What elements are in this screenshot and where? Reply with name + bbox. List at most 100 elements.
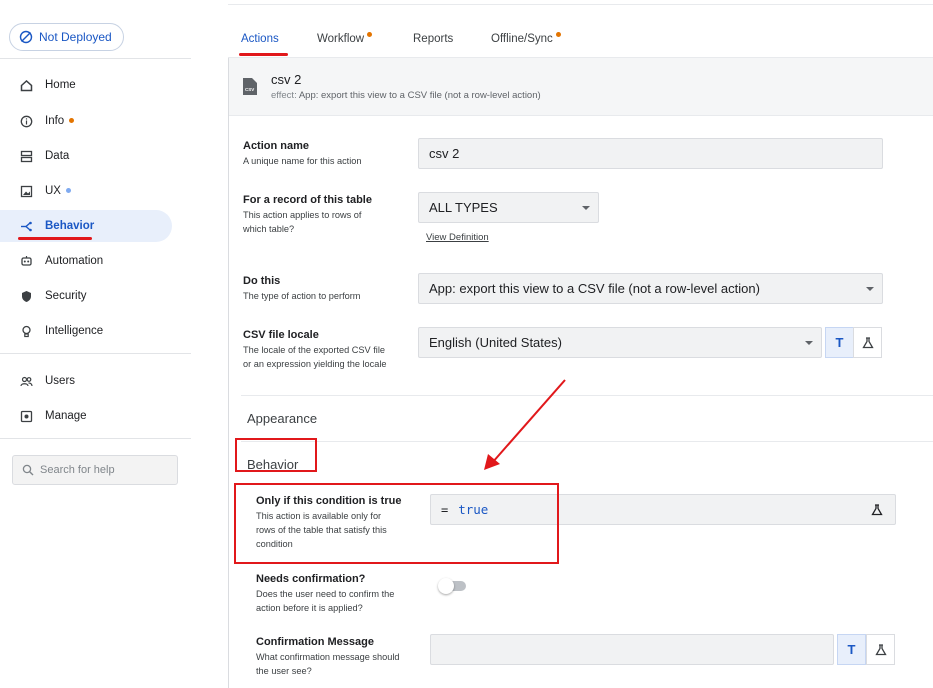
text-mode-icon: T — [847, 642, 856, 657]
behavior-icon — [19, 219, 33, 233]
csv-locale-select[interactable]: English (United States) — [418, 327, 822, 358]
divider — [0, 438, 191, 439]
annotation-arrow — [484, 379, 566, 470]
record-table-desc: This action applies to rows of — [243, 210, 362, 220]
sidebar-item-security[interactable]: Security — [0, 280, 172, 312]
confirmation-label: Needs confirmation? — [256, 573, 366, 585]
lightbulb-icon — [19, 324, 33, 338]
sidebar-item-home[interactable]: Home — [0, 69, 172, 101]
sidebar-item-label: Automation — [45, 255, 104, 267]
text-mode-button[interactable]: T — [837, 634, 866, 665]
tab-offline-sync[interactable]: Offline/Sync — [491, 32, 561, 45]
record-table-select[interactable]: ALL TYPES — [418, 192, 599, 223]
effect-label: effect: — [271, 90, 297, 101]
notification-dot — [69, 117, 75, 123]
divider — [0, 353, 191, 354]
tab-label: Offline/Sync — [491, 33, 553, 45]
do-this-label: Do this — [243, 275, 281, 287]
users-icon — [19, 374, 33, 388]
search-input[interactable]: Search for help — [12, 455, 178, 485]
sidebar-item-users[interactable]: Users — [0, 365, 172, 397]
text-mode-icon: T — [835, 335, 844, 350]
sidebar-item-label: Home — [45, 79, 76, 91]
csv-locale-value: English (United States) — [429, 335, 562, 350]
confirmation-toggle[interactable] — [438, 578, 468, 594]
view-definition-link[interactable]: View Definition — [426, 232, 489, 243]
sidebar-item-intelligence[interactable]: Intelligence — [0, 315, 172, 347]
top-border — [228, 4, 933, 5]
sidebar-item-label: Intelligence — [45, 325, 104, 337]
chevron-down-icon — [582, 205, 590, 210]
sidebar-item-label: Manage — [45, 410, 87, 422]
home-icon — [19, 78, 33, 92]
do-this-value: App: export this view to a CSV file (not… — [429, 281, 760, 296]
manage-icon — [19, 409, 33, 423]
panel-divider — [228, 57, 229, 688]
tab-reports[interactable]: Reports — [413, 33, 453, 45]
toggle-knob — [438, 578, 454, 594]
do-this-select[interactable]: App: export this view to a CSV file (not… — [418, 273, 883, 304]
sidebar-item-label: Behavior — [45, 220, 95, 232]
confirm-message-desc: the user see? — [256, 666, 312, 676]
annotation-underline — [239, 53, 288, 56]
record-table-value: ALL TYPES — [429, 200, 498, 215]
text-mode-button[interactable]: T — [825, 327, 854, 358]
sidebar: Not Deployed Home Info Data UX Behavior … — [0, 0, 192, 688]
expression-button[interactable] — [853, 327, 882, 358]
annotation-underline — [18, 237, 92, 240]
notification-dot — [367, 32, 373, 37]
ux-icon — [19, 184, 33, 198]
info-icon — [19, 114, 33, 128]
action-effect: effect: App: export this view to a CSV f… — [271, 90, 541, 101]
action-header[interactable]: CSV csv 2 effect: App: export this view … — [229, 58, 933, 116]
sidebar-item-label: Info — [45, 115, 65, 127]
record-table-desc: which table? — [243, 224, 295, 234]
sidebar-item-label: Users — [45, 375, 76, 387]
section-divider — [241, 395, 933, 396]
annotation-box — [235, 438, 317, 472]
not-deployed-icon — [19, 30, 33, 44]
chevron-down-icon — [866, 286, 874, 291]
sidebar-item-automation[interactable]: Automation — [0, 245, 172, 277]
csv-locale-label: CSV file locale — [243, 329, 319, 341]
sidebar-item-info[interactable]: Info — [0, 105, 172, 137]
action-name-input[interactable]: csv 2 — [418, 138, 883, 169]
search-placeholder: Search for help — [40, 464, 115, 476]
flask-icon — [874, 643, 887, 655]
sidebar-item-data[interactable]: Data — [0, 140, 172, 172]
confirm-message-label: Confirmation Message — [256, 636, 374, 648]
notification-dot — [65, 187, 71, 193]
appearance-section-header[interactable]: Appearance — [247, 411, 317, 426]
notification-dot — [555, 32, 561, 37]
confirm-message-input[interactable] — [430, 634, 834, 665]
action-name-value: csv 2 — [429, 146, 460, 161]
csv-locale-desc: or an expression yielding the locale — [243, 359, 387, 369]
section-divider — [241, 441, 933, 442]
confirmation-desc: action before it is applied? — [256, 603, 363, 613]
record-table-label: For a record of this table — [243, 194, 372, 206]
sidebar-item-label: UX — [45, 185, 61, 197]
action-name-label: Action name — [243, 140, 310, 152]
confirmation-desc: Does the user need to confirm the — [256, 589, 395, 599]
sidebar-item-manage[interactable]: Manage — [0, 400, 172, 432]
flask-icon[interactable] — [871, 504, 883, 516]
action-name-desc: A unique name for this action — [243, 156, 362, 166]
divider — [0, 58, 191, 59]
deploy-status-button[interactable]: Not Deployed — [9, 23, 124, 51]
data-icon — [19, 149, 33, 163]
sidebar-item-ux[interactable]: UX — [0, 175, 172, 207]
automation-icon — [19, 254, 33, 268]
tab-label: Workflow — [317, 33, 365, 45]
do-this-desc: The type of action to perform — [243, 291, 361, 301]
tab-workflow[interactable]: Workflow — [317, 32, 373, 45]
expression-button[interactable] — [866, 634, 895, 665]
flask-icon — [861, 336, 874, 348]
deploy-status-label: Not Deployed — [39, 30, 112, 44]
confirm-message-desc: What confirmation message should — [256, 652, 400, 662]
tab-actions[interactable]: Actions — [241, 33, 279, 45]
tab-label: Reports — [413, 33, 454, 45]
annotation-box — [234, 483, 559, 564]
svg-text:CSV: CSV — [245, 87, 254, 92]
search-icon — [22, 464, 34, 476]
sidebar-item-label: Security — [45, 290, 87, 302]
